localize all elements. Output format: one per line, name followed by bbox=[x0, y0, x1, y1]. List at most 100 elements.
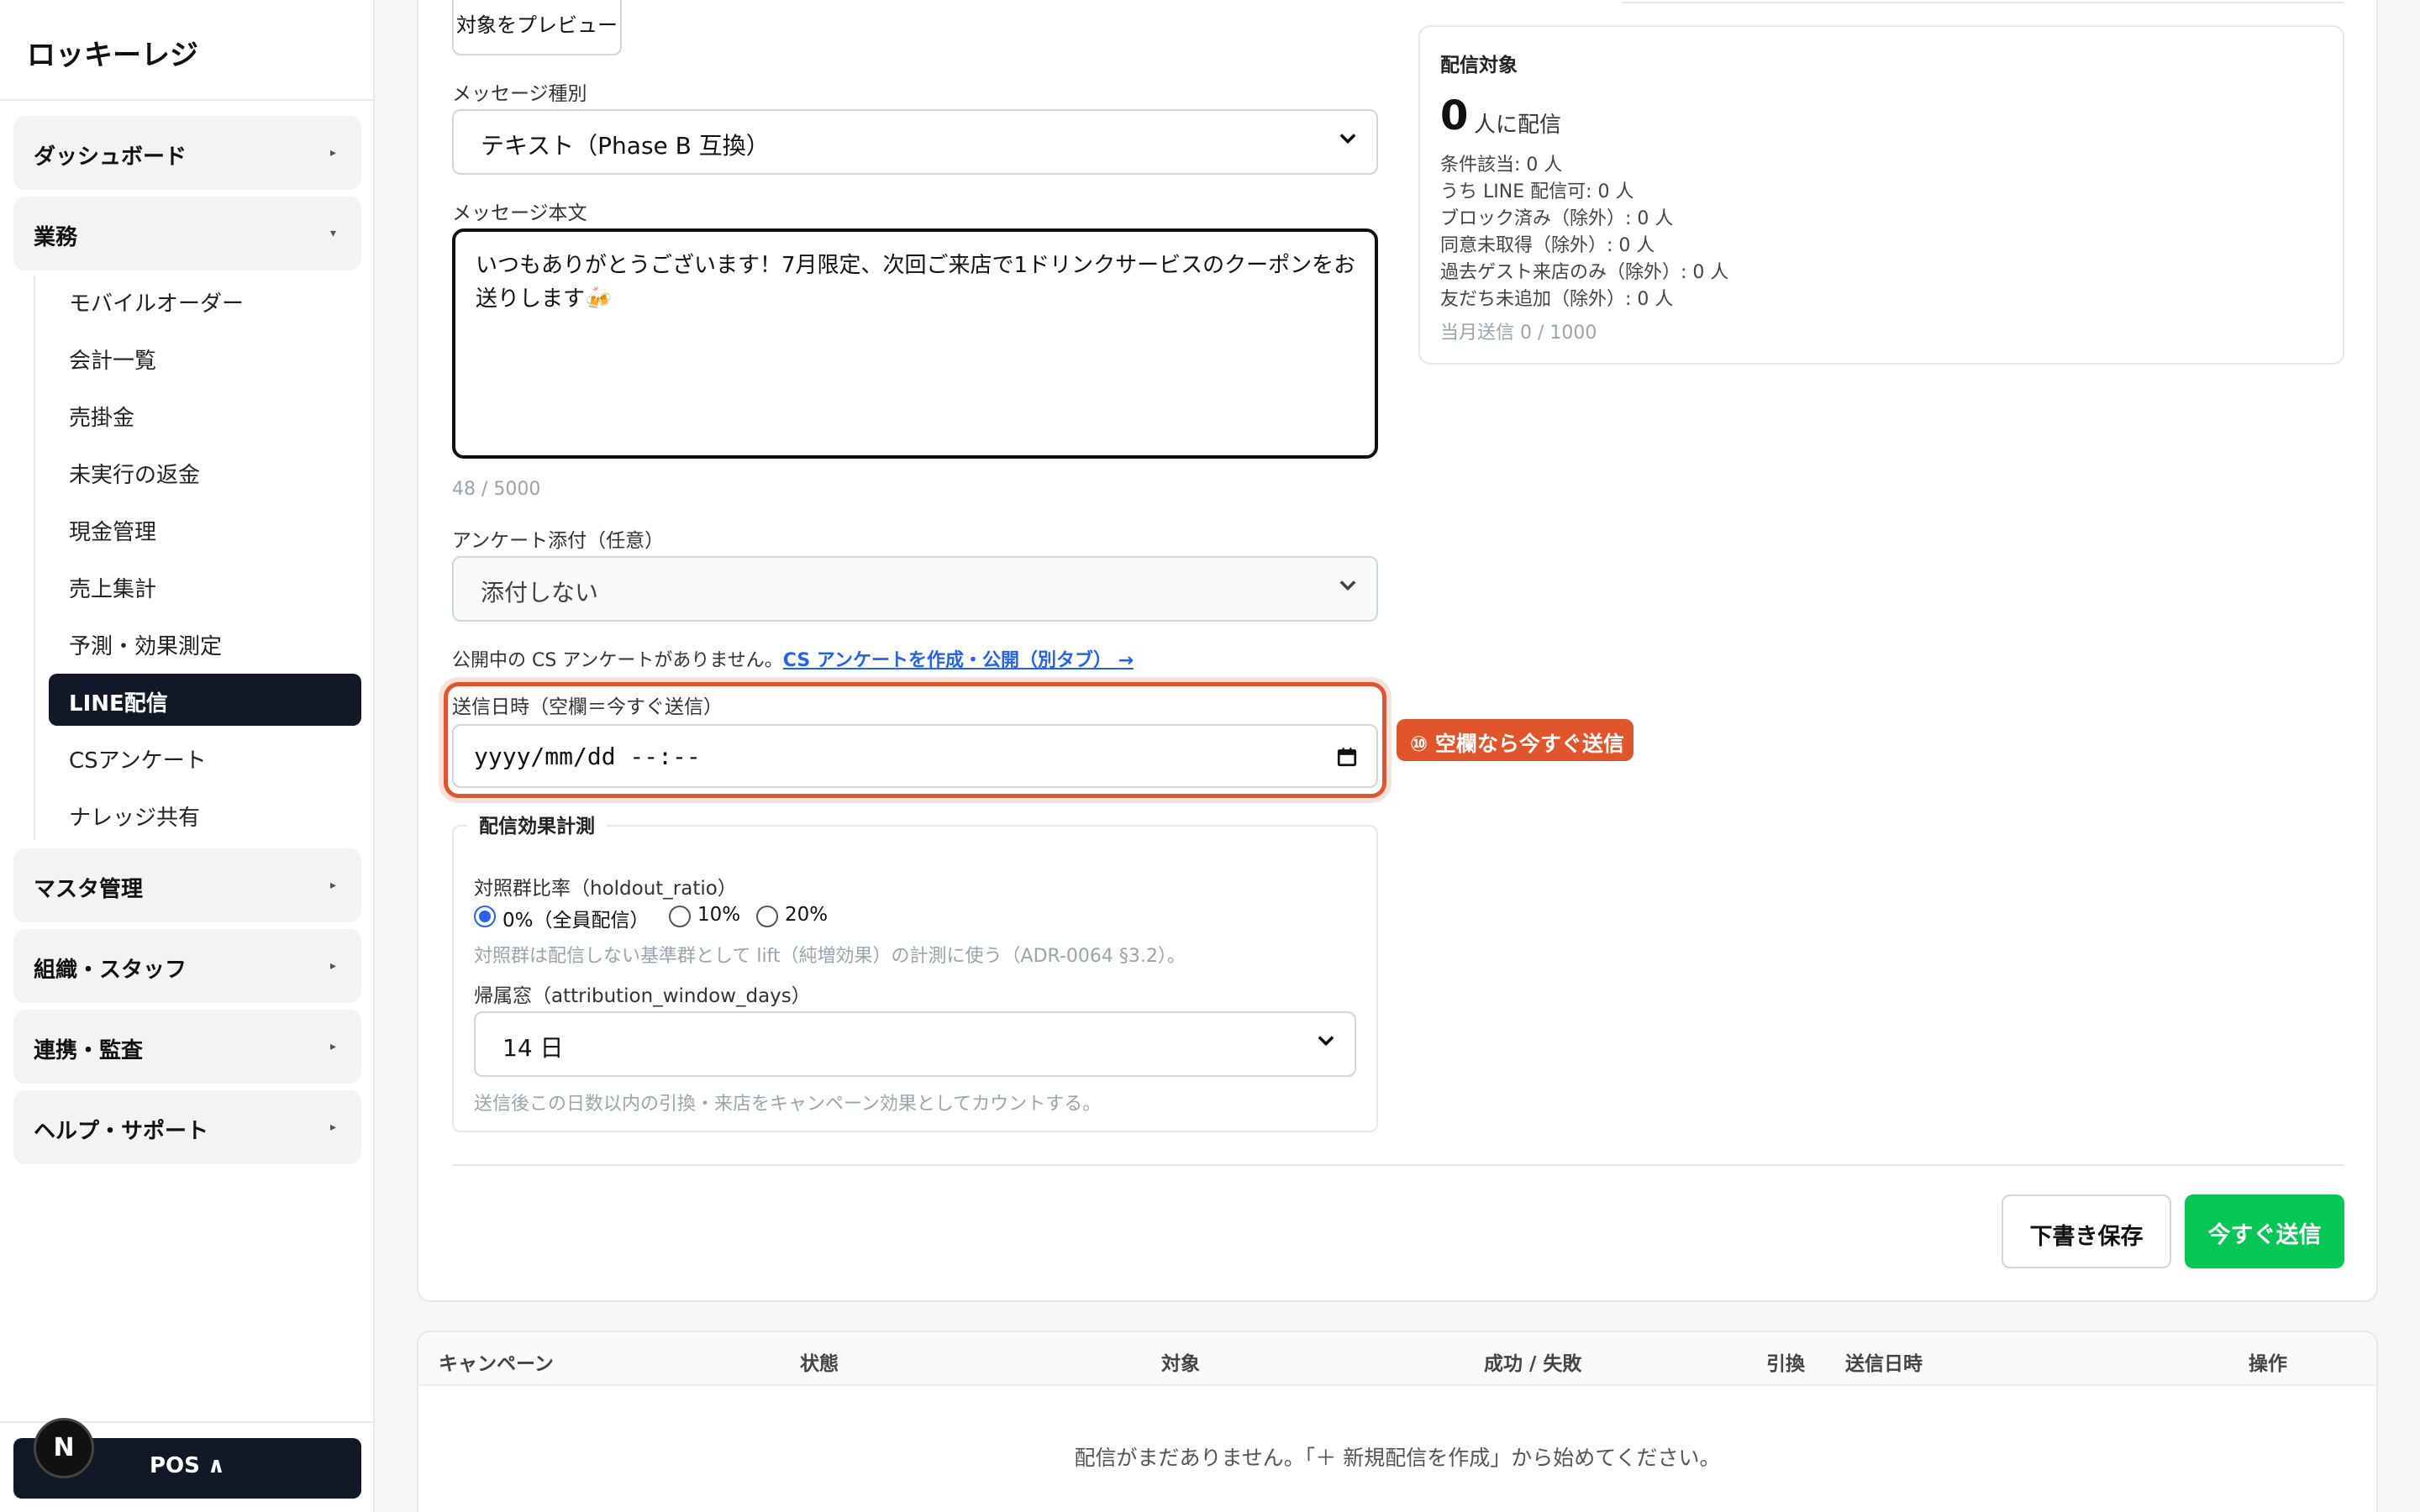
survey-attach-label: アンケート添付（任意） bbox=[452, 530, 665, 552]
sidebar-group-help[interactable]: ヘルプ・サポート ▸ bbox=[13, 1090, 361, 1164]
holdout-option-10[interactable]: 10% bbox=[697, 904, 740, 926]
sidebar-group-operations[interactable]: 業務 ▾ bbox=[13, 197, 361, 270]
audience-stat-no-consent: 同意未取得（除外）: 0 人 bbox=[1440, 235, 1655, 256]
audience-stat-blocked: ブロック済み（除外）: 0 人 bbox=[1440, 208, 1674, 229]
holdout-label: 対照群比率（holdout_ratio） bbox=[474, 878, 737, 900]
measurement-legend: 配信効果計測 bbox=[467, 810, 607, 838]
sidebar-item-mobile-order[interactable]: モバイルオーダー bbox=[49, 274, 361, 326]
holdout-radio-20[interactable] bbox=[756, 906, 778, 927]
sidebar-group-label: マスタ管理 bbox=[34, 877, 144, 902]
sidebar-group-label: 組織・スタッフ bbox=[34, 958, 187, 983]
sidebar-item-sales-summary[interactable]: 売上集計 bbox=[49, 559, 361, 612]
sidebar-group-label: ヘルプ・サポート bbox=[34, 1119, 209, 1144]
holdout-radio-10[interactable] bbox=[669, 906, 691, 927]
survey-note: 公開中の CS アンケートがありません。CS アンケートを作成・公開（別タブ） … bbox=[452, 645, 1134, 672]
sidebar-item-label: CSアンケート bbox=[69, 748, 207, 774]
sidebar-item-receivables[interactable]: 売掛金 bbox=[49, 388, 361, 440]
sidebar-group-master[interactable]: マスタ管理 ▸ bbox=[13, 848, 361, 922]
column-header-target: 対象 bbox=[1161, 1353, 1200, 1375]
audience-title: 配信対象 bbox=[1440, 55, 1518, 76]
audience-stat-matched: 条件該当: 0 人 bbox=[1440, 155, 1563, 176]
holdout-option-0[interactable]: 0%（全員配信） bbox=[502, 904, 650, 932]
sidebar-group-org[interactable]: 組織・スタッフ ▸ bbox=[13, 929, 361, 1003]
send-now-button-label: 今すぐ送信 bbox=[2207, 1222, 2322, 1248]
send-time-hint-tag: ⑩ 空欄なら今すぐ送信 bbox=[1397, 719, 1634, 761]
message-body-textarea[interactable]: いつもありがとうございます！7月限定、次回ご来店で1ドリンクサービスのクーポンを… bbox=[452, 228, 1378, 459]
measurement-fieldset bbox=[452, 825, 1378, 1132]
table-header: キャンペーン 状態 対象 成功 / 失敗 引換 送信日時 操作 bbox=[418, 1332, 2376, 1386]
char-count: 48 / 5000 bbox=[452, 479, 541, 500]
holdout-radio-0[interactable] bbox=[474, 906, 496, 927]
chevron-right-icon: ▸ bbox=[329, 959, 336, 973]
sidebar-item-label: ナレッジ共有 bbox=[69, 806, 201, 831]
sidebar-item-checkout-list[interactable]: 会計一覧 bbox=[49, 331, 361, 383]
attribution-window-label: 帰属窓（attribution_window_days） bbox=[474, 985, 811, 1007]
attribution-window-select[interactable]: 14 日 bbox=[474, 1011, 1356, 1077]
avatar[interactable]: N bbox=[34, 1418, 94, 1478]
survey-attach-select[interactable]: 添付しない bbox=[452, 556, 1378, 622]
sidebar-group-label: 連携・監査 bbox=[34, 1038, 144, 1063]
send-time-value: yyyy/mm/dd --:-- bbox=[474, 743, 701, 770]
holdout-option-20[interactable]: 20% bbox=[785, 904, 828, 926]
chevron-down-icon bbox=[1318, 1036, 1334, 1047]
send-now-button[interactable]: 今すぐ送信 bbox=[2185, 1194, 2344, 1268]
audience-count: 0 bbox=[1440, 92, 1469, 139]
survey-note-text: 公開中の CS アンケートがありません。 bbox=[452, 650, 783, 671]
send-time-label: 送信日時（空欄＝今すぐ送信） bbox=[452, 696, 723, 718]
preview-audience-button-label: 対象をプレビュー bbox=[456, 13, 618, 37]
message-type-label: メッセージ種別 bbox=[452, 83, 587, 105]
chevron-right-icon: ▸ bbox=[329, 1040, 336, 1053]
send-time-hint-text: ⑩ 空欄なら今すぐ送信 bbox=[1410, 732, 1624, 756]
sidebar-item-cs-survey[interactable]: CSアンケート bbox=[49, 731, 361, 783]
audience-stat-guest-only: 過去ゲスト来店のみ（除外）: 0 人 bbox=[1440, 262, 1729, 283]
sidebar-item-line-broadcast[interactable]: LINE配信 bbox=[49, 674, 361, 726]
sidebar-item-forecast[interactable]: 予測・効果測定 bbox=[49, 617, 361, 669]
sidebar-item-label: 会計一覧 bbox=[69, 349, 157, 374]
calendar-icon[interactable] bbox=[1336, 746, 1358, 768]
preview-audience-button[interactable]: 対象をプレビュー bbox=[452, 0, 622, 55]
column-header-actions: 操作 bbox=[2249, 1353, 2287, 1375]
survey-attach-value: 添付しない bbox=[481, 579, 599, 606]
sidebar-item-label: 売掛金 bbox=[69, 406, 135, 431]
sidebar-item-label: モバイルオーダー bbox=[69, 291, 245, 317]
chevron-right-icon: ▸ bbox=[329, 879, 336, 892]
monthly-send-count: 当月送信 0 / 1000 bbox=[1440, 323, 1597, 344]
attribution-window-note: 送信後この日数以内の引換・来店をキャンペーン効果としてカウントする。 bbox=[474, 1094, 1102, 1115]
sidebar-item-knowledge[interactable]: ナレッジ共有 bbox=[49, 788, 361, 840]
chevron-down-icon bbox=[1339, 134, 1356, 144]
message-body-text: いつもありがとうございます！7月限定、次回ご来店で1ドリンクサービスのクーポンを… bbox=[476, 253, 1356, 312]
form-footer-divider bbox=[452, 1164, 2344, 1166]
message-body-label: メッセージ本文 bbox=[452, 202, 587, 224]
sidebar-group-dashboard[interactable]: ダッシュボード ▸ bbox=[13, 116, 361, 190]
sidebar-group-label: ダッシュボード bbox=[34, 144, 187, 170]
column-header-sent-at: 送信日時 bbox=[1845, 1353, 1923, 1375]
save-draft-button[interactable]: 下書き保存 bbox=[2002, 1194, 2171, 1268]
message-type-select[interactable]: テキスト（Phase B 互換） bbox=[452, 109, 1378, 175]
chevron-down-icon bbox=[1339, 580, 1356, 591]
top-edge-divider bbox=[1622, 0, 2344, 3]
sidebar-group-label: 業務 bbox=[34, 225, 78, 250]
send-time-input[interactable]: yyyy/mm/dd --:-- bbox=[452, 724, 1378, 788]
campaign-table: キャンペーン 状態 対象 成功 / 失敗 引換 送信日時 操作 配信がまだありま… bbox=[417, 1331, 2378, 1512]
brand-title: ロッキーレジ bbox=[27, 39, 198, 72]
sidebar-item-cash[interactable]: 現金管理 bbox=[49, 502, 361, 554]
chevron-right-icon: ▸ bbox=[329, 1121, 336, 1134]
sidebar: ロッキーレジ ダッシュボード ▸ 業務 ▾ モバイルオーダー 会計一覧 売掛金 … bbox=[0, 0, 375, 1512]
message-type-value: テキスト（Phase B 互換） bbox=[481, 132, 770, 160]
audience-stat-not-friend: 友だち未追加（除外）: 0 人 bbox=[1440, 289, 1674, 310]
create-survey-link[interactable]: CS アンケートを作成・公開（別タブ） → bbox=[783, 650, 1134, 671]
sidebar-item-label: 未実行の返金 bbox=[69, 463, 201, 488]
attribution-window-value: 14 日 bbox=[502, 1034, 564, 1062]
table-empty-message: 配信がまだありません。「＋ 新規配信を作成」から始めてください。 bbox=[1074, 1446, 1721, 1470]
sidebar-group-integration[interactable]: 連携・監査 ▸ bbox=[13, 1010, 361, 1084]
chevron-right-icon: ▸ bbox=[329, 146, 336, 160]
submenu-guide-line bbox=[34, 276, 35, 840]
sidebar-item-label: 予測・効果測定 bbox=[69, 634, 223, 659]
sidebar-item-label: 現金管理 bbox=[69, 520, 157, 545]
sidebar-item-pending-refunds[interactable]: 未実行の返金 bbox=[49, 445, 361, 497]
column-header-redeem: 引換 bbox=[1766, 1353, 1805, 1375]
column-header-status: 状態 bbox=[800, 1353, 839, 1375]
chevron-down-icon: ▾ bbox=[329, 227, 336, 240]
save-draft-button-label: 下書き保存 bbox=[2029, 1224, 2144, 1250]
audience-count-unit: 人に配信 bbox=[1474, 113, 1562, 138]
